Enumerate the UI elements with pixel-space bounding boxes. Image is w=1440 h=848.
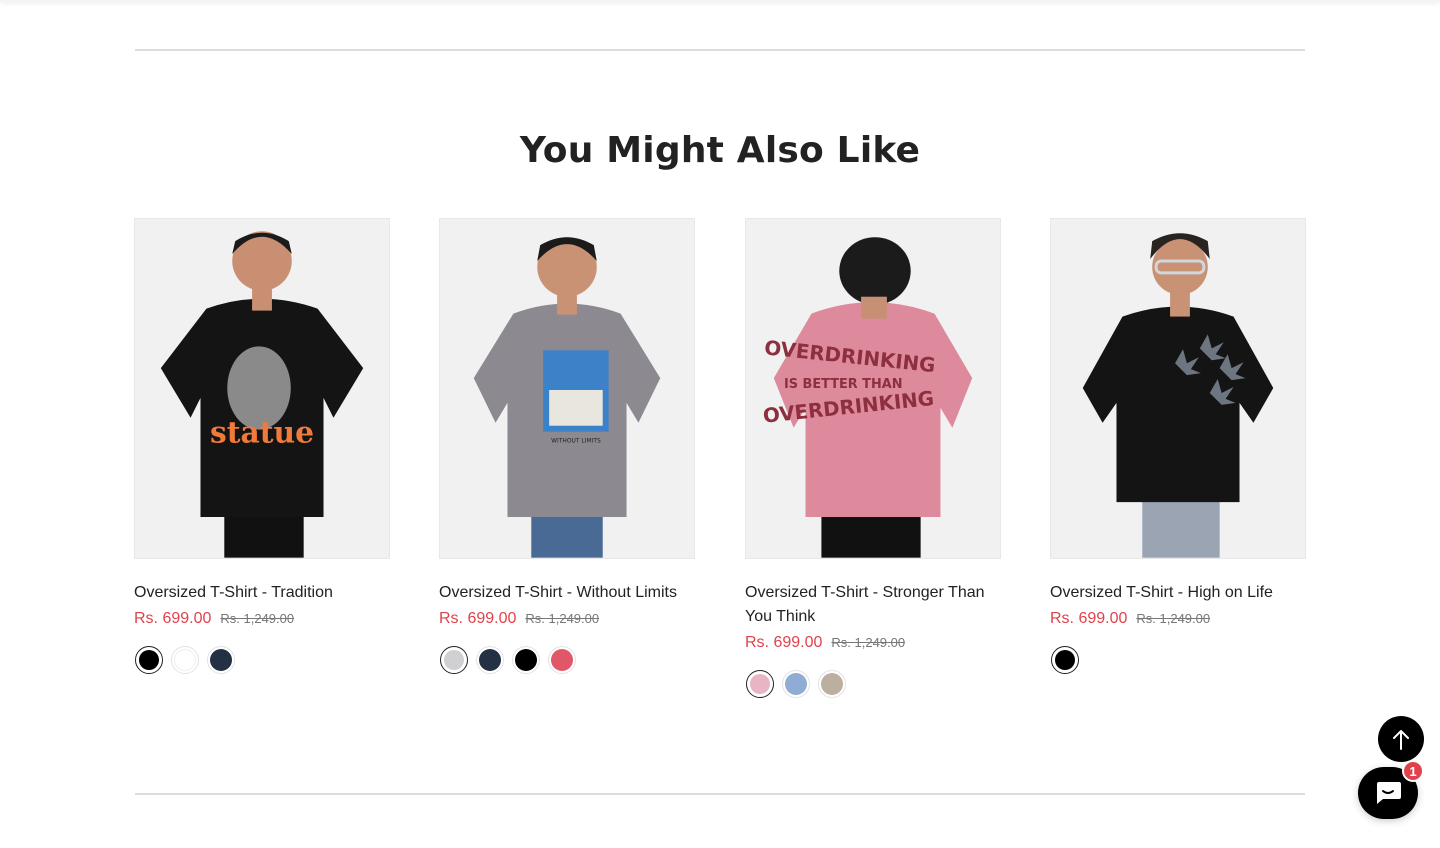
product-photo-black-statue-tee: statue <box>135 219 389 558</box>
svg-text:WITHOUT LIMITS: WITHOUT LIMITS <box>551 438 601 445</box>
swatch-light-grey[interactable] <box>440 646 468 674</box>
compare-price: Rs. 1,249.00 <box>831 635 906 650</box>
product-card: Oversized T-Shirt - High on Life Rs. 699… <box>1050 218 1306 674</box>
swatch-color-dot <box>210 649 232 671</box>
swatch-beige[interactable] <box>818 670 846 698</box>
swatch-color-dot <box>139 650 159 670</box>
back-to-top-button[interactable] <box>1378 716 1424 762</box>
product-image-link[interactable]: statue <box>134 218 390 559</box>
swatch-color-dot <box>515 649 537 671</box>
swatch-color-dot <box>821 673 843 695</box>
product-photo-pink-overdrinking-tee: OVERDRINKING IS BETTER THAN OVERDRINKING <box>746 219 1000 558</box>
section-title: You Might Also Like <box>519 130 921 171</box>
color-swatches <box>439 646 695 674</box>
swatch-sky-blue[interactable] <box>782 670 810 698</box>
product-card: statue Oversized T-Shirt - Tradition Rs.… <box>134 218 390 674</box>
product-title[interactable]: Oversized T-Shirt - Without Limits <box>439 581 695 605</box>
sale-price: Rs. 699.00 <box>1050 610 1128 627</box>
product-grid: statue Oversized T-Shirt - Tradition Rs.… <box>134 218 1306 718</box>
compare-price: Rs. 1,249.00 <box>525 611 600 626</box>
compare-price: Rs. 1,249.00 <box>220 611 295 626</box>
svg-text:IS BETTER THAN: IS BETTER THAN <box>784 377 903 392</box>
section-divider-top <box>135 49 1305 51</box>
swatch-coral[interactable] <box>548 646 576 674</box>
product-card: WITHOUT LIMITS Oversized T-Shirt - Witho… <box>439 218 695 674</box>
product-title[interactable]: Oversized T-Shirt - High on Life <box>1050 581 1306 605</box>
swatch-black[interactable] <box>512 646 540 674</box>
swatch-color-dot <box>551 649 573 671</box>
product-card: OVERDRINKING IS BETTER THAN OVERDRINKING… <box>745 218 1001 698</box>
swatch-pink[interactable] <box>746 670 774 698</box>
swatch-color-dot <box>444 650 464 670</box>
color-swatches <box>1050 646 1306 674</box>
svg-text:statue: statue <box>210 416 314 451</box>
sale-price: Rs. 699.00 <box>134 610 212 627</box>
price-row: Rs. 699.00 Rs. 1,249.00 <box>439 610 695 628</box>
swatch-black[interactable] <box>1051 646 1079 674</box>
section-divider-bottom <box>135 793 1305 795</box>
sale-price: Rs. 699.00 <box>439 610 517 627</box>
header-shadow <box>0 0 1440 2</box>
product-image-link[interactable] <box>1050 218 1306 559</box>
product-photo-grey-without-limits-tee: WITHOUT LIMITS <box>440 219 694 558</box>
swatch-navy[interactable] <box>476 646 504 674</box>
swatch-color-dot <box>785 673 807 695</box>
price-row: Rs. 699.00 Rs. 1,249.00 <box>1050 610 1306 628</box>
product-photo-black-high-on-life-tee <box>1051 219 1305 558</box>
product-image-link[interactable]: OVERDRINKING IS BETTER THAN OVERDRINKING <box>745 218 1001 559</box>
swatch-color-dot <box>1055 650 1075 670</box>
color-swatches <box>134 646 390 674</box>
swatch-color-dot <box>479 649 501 671</box>
swatch-black[interactable] <box>135 646 163 674</box>
sale-price: Rs. 699.00 <box>745 634 823 651</box>
swatch-white[interactable] <box>171 646 199 674</box>
arrow-up-icon <box>1393 730 1409 750</box>
chat-notification-badge: 1 <box>1402 760 1424 782</box>
color-swatches <box>745 670 1001 698</box>
price-row: Rs. 699.00 Rs. 1,249.00 <box>134 610 390 628</box>
swatch-navy[interactable] <box>207 646 235 674</box>
product-title[interactable]: Oversized T-Shirt - Tradition <box>134 581 390 605</box>
product-title[interactable]: Oversized T-Shirt - Stronger Than You Th… <box>745 581 1001 629</box>
swatch-color-dot <box>174 649 196 671</box>
product-image-link[interactable]: WITHOUT LIMITS <box>439 218 695 559</box>
chat-bubble-icon <box>1377 782 1401 804</box>
price-row: Rs. 699.00 Rs. 1,249.00 <box>745 634 1001 652</box>
compare-price: Rs. 1,249.00 <box>1136 611 1211 626</box>
swatch-color-dot <box>750 674 770 694</box>
